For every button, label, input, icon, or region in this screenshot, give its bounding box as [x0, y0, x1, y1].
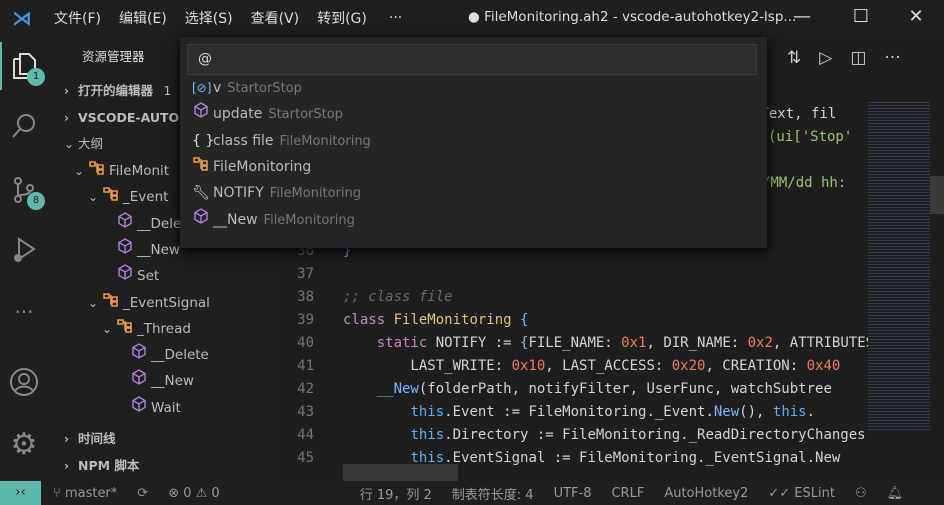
split-editor-icon[interactable]: ◫	[850, 48, 866, 68]
code-line-44: this.Directory := FileMonitoring._ReadDi…	[410, 427, 866, 443]
line-number: 45	[297, 450, 314, 466]
eslint-status[interactable]: ✓✓ ESLint	[768, 486, 835, 501]
method-icon	[130, 343, 148, 367]
activity-bar: 1 8 ··· ⚙	[0, 36, 48, 481]
compare-changes-icon[interactable]: ⇅	[787, 48, 801, 68]
minimap[interactable]	[868, 100, 930, 430]
property-icon: 🔧︎	[192, 185, 210, 202]
namespace-icon: { }	[192, 132, 215, 149]
method-icon	[192, 207, 210, 233]
code-line-42: __New(folderPath, notifyFilter, UserFunc…	[376, 381, 832, 397]
language-mode[interactable]: AutoHotkey2	[664, 486, 748, 501]
chevron-down-icon: ⌄	[88, 295, 99, 310]
code-line-39: class FileMonitoring {	[343, 312, 529, 328]
chevron-down-icon: ⌄	[64, 137, 75, 151]
chevron-right-icon: ›	[64, 459, 69, 473]
line-number: 44	[297, 427, 314, 443]
quick-pick-item[interactable]: { }class file FileMonitoring	[192, 128, 371, 154]
line-number: 38	[297, 289, 314, 305]
feedback-icon[interactable]: ⚇	[855, 486, 867, 501]
sync-icon[interactable]: ⟳	[137, 486, 148, 501]
method-icon	[130, 395, 148, 420]
code-line-40: static NOTIFY := {FILE_NAME: 0x1, DIR_NA…	[376, 335, 868, 351]
quick-pick-item[interactable]: __New FileMonitoring	[192, 207, 355, 233]
method-icon	[130, 369, 148, 393]
vscode-logo-icon: ⋊	[12, 6, 32, 30]
eol[interactable]: CRLF	[611, 486, 644, 501]
code-line-partial: (ui['Stop'	[768, 129, 853, 145]
class-icon	[116, 317, 134, 341]
settings-gear-icon[interactable]: ⚙	[0, 420, 48, 468]
run-icon[interactable]: ▷	[819, 48, 832, 68]
chevron-right-icon: ›	[64, 432, 69, 446]
menu-more[interactable]: ···	[389, 10, 402, 26]
menu-view[interactable]: 查看(V)	[251, 8, 300, 28]
line-number: 43	[297, 404, 314, 420]
class-icon	[192, 154, 210, 180]
editor-actions: ⇅ ▷ ◫ ···	[787, 48, 901, 68]
explorer-icon[interactable]: 1	[0, 42, 48, 90]
quick-pick-item[interactable]: [⊘] v StartorStop	[192, 75, 302, 101]
horizontal-scrollbar[interactable]	[343, 464, 458, 481]
quick-pick: @ [⊘] v StartorStop update StartorStop{ }cla…	[180, 37, 767, 248]
chevron-down-icon: ⌄	[88, 190, 99, 205]
remote-icon[interactable]: ›‹	[0, 481, 41, 505]
scm-badge: 8	[27, 192, 45, 210]
menu-file[interactable]: 文件(F)	[54, 8, 101, 28]
code-line-38: ;; class file	[343, 289, 453, 305]
method-icon	[116, 264, 134, 288]
code-line-partial: /MM/dd hh:	[762, 175, 847, 191]
menu-selection[interactable]: 选择(S)	[185, 8, 233, 28]
line-number: 40	[297, 335, 314, 351]
class-icon	[102, 291, 120, 315]
method-icon	[116, 211, 134, 236]
line-number: 41	[297, 358, 314, 374]
code-line-partial: .Text, fil	[752, 106, 837, 122]
section-timeline[interactable]: › 时间线	[64, 427, 298, 451]
variable-icon: [⊘]	[192, 81, 212, 95]
close-button[interactable]: ✕	[904, 6, 928, 30]
chevron-down-icon: ⌄	[74, 164, 85, 178]
code-line-43: this.Event := FileMonitoring._Event.New(…	[410, 404, 816, 420]
line-number: 39	[297, 312, 314, 328]
code-line-41: LAST_WRITE: 0x10, LAST_ACCESS: 0x20, CRE…	[343, 358, 841, 374]
line-number: 37	[297, 266, 314, 282]
minimize-button[interactable]: —	[790, 6, 814, 30]
status-bar: ›‹ ⑂ master* ⟳ ⊗ 0 ⚠ 0 行 19，列 2 制表符长度: 4…	[0, 481, 944, 505]
quick-pick-input[interactable]: @	[187, 44, 757, 75]
section-npm-scripts[interactable]: › NPM 脚本	[64, 454, 298, 478]
chevron-down-icon: ⌄	[102, 321, 113, 336]
chevron-right-icon: ›	[64, 111, 69, 125]
title-bar: ⋊ 文件(F) 编辑(E) 选择(S) 查看(V) 转到(G) ··· ● Fi…	[0, 0, 944, 36]
more-actions-icon[interactable]: ···	[884, 48, 900, 68]
run-debug-icon[interactable]	[0, 226, 48, 274]
encoding[interactable]: UTF-8	[554, 486, 592, 501]
branch-status[interactable]: ⑂ master*	[53, 486, 117, 501]
quick-pick-item[interactable]: 🔧︎ NOTIFY FileMonitoring	[192, 180, 361, 206]
class-icon	[88, 159, 106, 183]
window-title: ● FileMonitoring.ah2 - vscode-autohotkey…	[468, 9, 797, 25]
explorer-badge: 1	[27, 68, 45, 86]
method-icon	[116, 238, 134, 262]
notifications-bell-icon[interactable]: 🔔︎	[887, 486, 904, 501]
line-number: 42	[297, 381, 314, 397]
problems-status[interactable]: ⊗ 0 ⚠ 0	[168, 486, 220, 501]
vertical-scrollbar[interactable]	[930, 176, 944, 214]
quick-pick-item[interactable]: FileMonitoring	[192, 154, 317, 180]
menu-go[interactable]: 转到(G)	[317, 8, 367, 28]
more-icon[interactable]: ···	[0, 288, 48, 336]
maximize-button[interactable]: ☐	[849, 6, 873, 30]
class-icon	[102, 185, 120, 209]
menu-edit[interactable]: 编辑(E)	[119, 8, 167, 28]
method-icon	[192, 101, 210, 127]
open-editors-count: 1	[163, 83, 172, 98]
chevron-right-icon: ›	[64, 84, 69, 98]
account-icon[interactable]	[0, 358, 48, 406]
search-icon[interactable]	[0, 102, 48, 150]
source-control-icon[interactable]: 8	[0, 166, 48, 214]
cursor-position[interactable]: 行 19，列 2	[360, 484, 432, 503]
quick-pick-item[interactable]: update StartorStop	[192, 101, 343, 127]
tab-size[interactable]: 制表符长度: 4	[452, 484, 534, 503]
